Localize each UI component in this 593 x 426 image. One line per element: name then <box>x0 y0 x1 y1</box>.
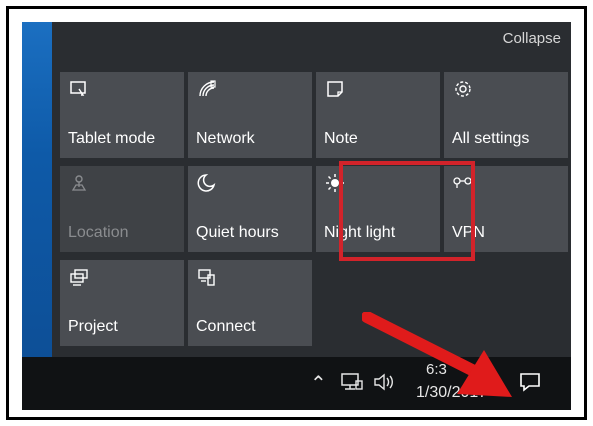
gear-icon <box>452 78 474 100</box>
project-icon <box>68 266 90 288</box>
tile-label: All settings <box>452 130 530 147</box>
tile-label: Project <box>68 318 118 335</box>
tile-label: Tablet mode <box>68 130 156 147</box>
chevron-up-icon[interactable]: ⌃ <box>310 371 327 396</box>
tile-location[interactable]: Location <box>60 166 184 252</box>
action-center-panel: Collapse Tablet mode Network Note All se… <box>52 22 571 357</box>
highlight-box <box>339 161 475 261</box>
tile-label: Quiet hours <box>196 224 279 241</box>
red-arrow-annotation <box>362 312 512 397</box>
tile-label: Network <box>196 130 255 147</box>
desktop-background <box>22 22 52 357</box>
note-icon <box>324 78 346 100</box>
screen: Collapse Tablet mode Network Note All se… <box>22 22 571 410</box>
tablet-mode-icon <box>68 78 90 100</box>
location-icon <box>68 172 90 194</box>
network-tray-icon[interactable] <box>340 372 364 397</box>
tile-connect[interactable]: Connect <box>188 260 312 346</box>
tile-label: Connect <box>196 318 256 335</box>
tile-all-settings[interactable]: All settings <box>444 72 568 158</box>
tile-project[interactable]: Project <box>60 260 184 346</box>
network-icon <box>196 78 218 100</box>
tile-quiet-hours[interactable]: Quiet hours <box>188 166 312 252</box>
tile-note[interactable]: Note <box>316 72 440 158</box>
tile-label: Note <box>324 130 358 147</box>
tile-network[interactable]: Network <box>188 72 312 158</box>
tile-tablet-mode[interactable]: Tablet mode <box>60 72 184 158</box>
collapse-link[interactable]: Collapse <box>503 30 561 47</box>
tile-label: Location <box>68 224 129 241</box>
moon-icon <box>196 172 218 194</box>
connect-icon <box>196 266 218 288</box>
